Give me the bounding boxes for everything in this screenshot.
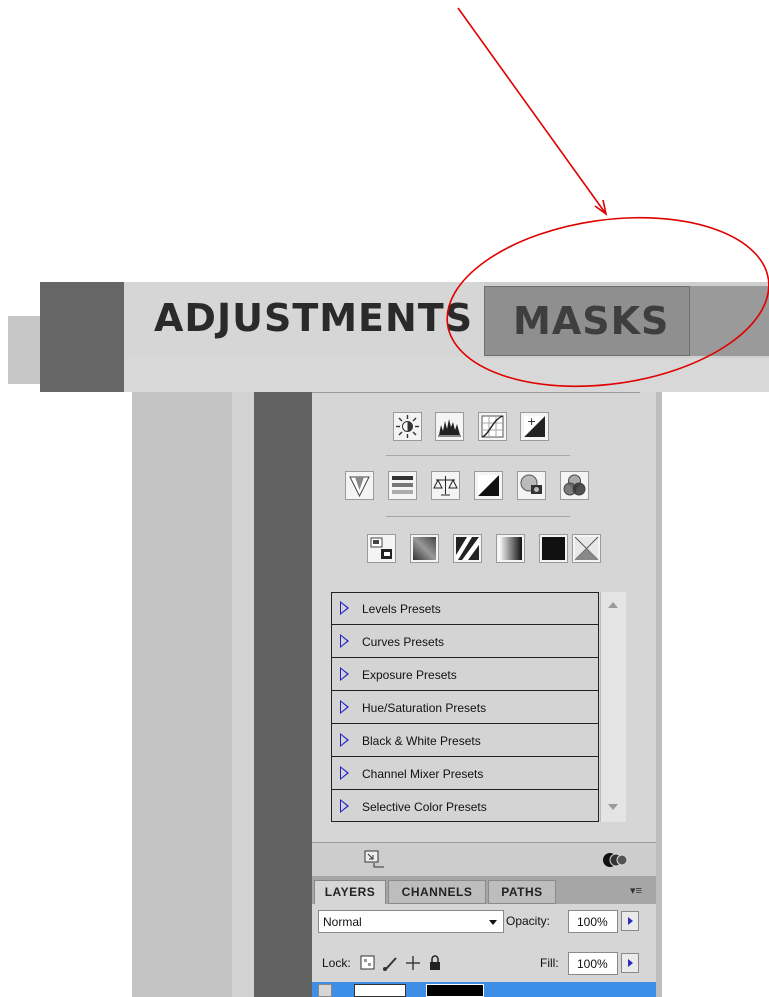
- layers-tabs-bar: LAYERS CHANNELS PATHS ▾≡: [312, 876, 656, 904]
- layer-thumbnail: [354, 984, 406, 997]
- selective-color-icon[interactable]: [539, 534, 568, 563]
- preset-item[interactable]: Channel Mixer Presets: [332, 758, 598, 790]
- exposure-icon[interactable]: +: [520, 412, 549, 441]
- preset-label: Hue/Saturation Presets: [362, 701, 487, 715]
- lock-image-brush-icon: [383, 957, 397, 971]
- black-white-icon[interactable]: [474, 471, 503, 500]
- opacity-input[interactable]: 100%: [568, 910, 618, 933]
- lock-all-padlock-icon: [430, 955, 440, 970]
- expand-triangle-icon[interactable]: [340, 700, 349, 714]
- posterize-icon[interactable]: [410, 534, 439, 563]
- channel-mixer-icon[interactable]: [560, 471, 589, 500]
- expand-triangle-icon[interactable]: [340, 601, 349, 615]
- dropdown-arrow-icon: [489, 920, 497, 925]
- threshold-icon[interactable]: [453, 534, 482, 563]
- fill-label: Fill:: [540, 956, 559, 970]
- blend-mode-value: Normal: [323, 915, 362, 929]
- color-balance-icon[interactable]: [431, 471, 460, 500]
- lock-icons: [360, 955, 440, 971]
- lock-transparent-icon: [360, 955, 375, 970]
- gradient-map-icon[interactable]: [496, 534, 525, 563]
- clip-to-layer-icon[interactable]: [364, 850, 386, 870]
- adjustments-footer: [312, 842, 656, 876]
- preset-label: Selective Color Presets: [362, 800, 487, 814]
- icon-separator-2: [386, 516, 570, 517]
- dark-column: [254, 392, 312, 997]
- preset-item[interactable]: Curves Presets: [332, 626, 598, 658]
- preset-label: Channel Mixer Presets: [362, 767, 484, 781]
- curves-icon[interactable]: [478, 412, 507, 441]
- vibrance-icon[interactable]: [345, 471, 374, 500]
- tab-paths[interactable]: PATHS: [488, 880, 556, 904]
- svg-text:+: +: [527, 415, 536, 428]
- layer-visibility-box[interactable]: [318, 984, 332, 997]
- expand-triangle-icon[interactable]: [340, 799, 349, 813]
- opacity-value: 100%: [577, 915, 608, 929]
- preset-label: Levels Presets: [362, 602, 441, 616]
- fill-slider-arrow-icon[interactable]: [621, 953, 639, 973]
- presets-list: Levels Presets Curves Presets Exposure P…: [331, 592, 599, 822]
- visibility-circles-icon[interactable]: [601, 850, 631, 870]
- selected-layer-row[interactable]: [312, 982, 656, 997]
- fill-value: 100%: [577, 957, 608, 971]
- panel-menu-icon[interactable]: ▾≡: [630, 884, 642, 897]
- expand-triangle-icon[interactable]: [340, 634, 349, 648]
- expand-triangle-icon[interactable]: [340, 733, 349, 747]
- hue-saturation-icon[interactable]: [388, 471, 417, 500]
- preset-item[interactable]: Black & White Presets: [332, 725, 598, 757]
- preset-item[interactable]: Exposure Presets: [332, 659, 598, 691]
- gradient-fill-icon[interactable]: [572, 534, 601, 563]
- preset-label: Curves Presets: [362, 635, 445, 649]
- lock-position-move-icon: [406, 956, 420, 970]
- preset-label: Black & White Presets: [362, 734, 481, 748]
- scroll-down-arrow-icon[interactable]: [608, 804, 618, 810]
- tab-channels[interactable]: CHANNELS: [388, 880, 486, 904]
- brightness-contrast-icon[interactable]: [393, 412, 422, 441]
- preset-label: Exposure Presets: [362, 668, 457, 682]
- expand-triangle-icon[interactable]: [340, 766, 349, 780]
- lock-label: Lock:: [322, 956, 351, 970]
- tab-layers[interactable]: LAYERS: [314, 880, 386, 904]
- fill-input[interactable]: 100%: [568, 952, 618, 975]
- panel-top-line: [312, 392, 640, 393]
- left-column-edge: [232, 392, 254, 997]
- photo-filter-icon[interactable]: [517, 471, 546, 500]
- icon-separator-1: [386, 455, 570, 456]
- panel-right-border: [656, 392, 662, 997]
- left-column: [132, 392, 232, 997]
- opacity-slider-arrow-icon[interactable]: [621, 911, 639, 931]
- preset-item[interactable]: Levels Presets: [332, 593, 598, 625]
- layer-mask-thumbnail: [426, 984, 484, 997]
- levels-icon[interactable]: [435, 412, 464, 441]
- invert-icon[interactable]: [367, 534, 396, 563]
- expand-triangle-icon[interactable]: [340, 667, 349, 681]
- opacity-label: Opacity:: [506, 914, 551, 928]
- scroll-up-arrow-icon[interactable]: [608, 602, 618, 608]
- blend-mode-select[interactable]: Normal: [318, 910, 504, 933]
- preset-item[interactable]: Hue/Saturation Presets: [332, 692, 598, 724]
- preset-item[interactable]: Selective Color Presets: [332, 791, 598, 823]
- presets-scrollbar[interactable]: [600, 592, 626, 822]
